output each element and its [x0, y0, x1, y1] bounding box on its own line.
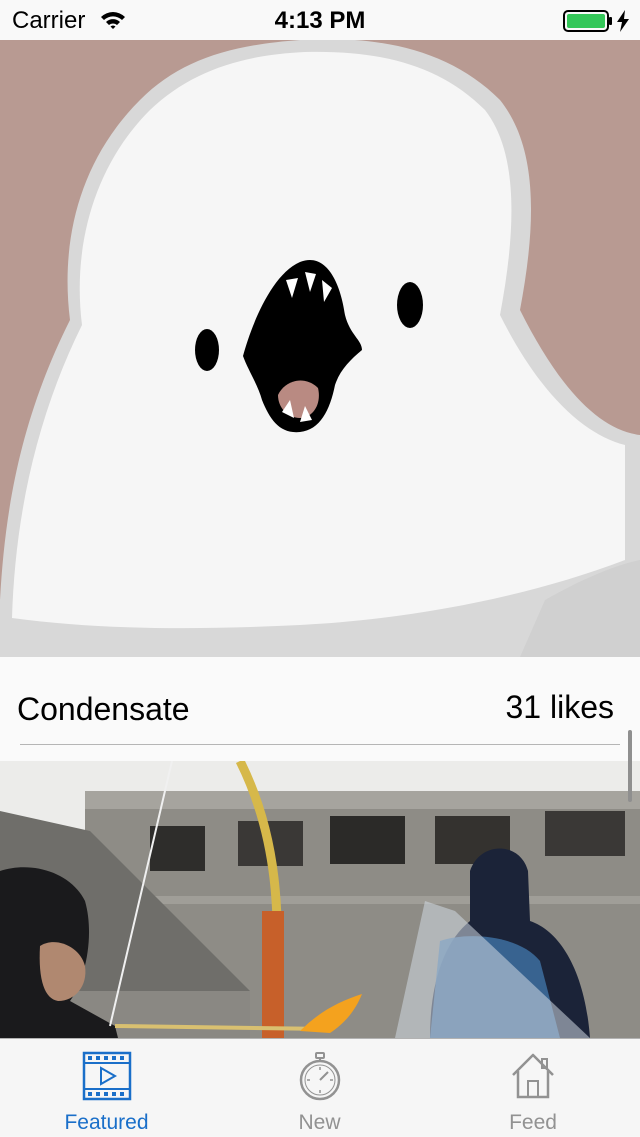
battery-icon	[563, 10, 613, 37]
post-likes-count: 31 likes	[505, 689, 615, 725]
clock-time: 4:13 PM	[274, 7, 366, 34]
stopwatch-icon	[213, 1051, 426, 1103]
tab-feed[interactable]: Feed	[426, 1039, 640, 1137]
house-icon	[426, 1051, 640, 1103]
tab-label: New	[298, 1111, 341, 1134]
status-bar: Carrier 4:13 PM	[0, 0, 640, 40]
tab-label: Feed	[509, 1111, 557, 1134]
post-divider	[20, 744, 620, 745]
tab-featured[interactable]: Featured	[0, 1039, 213, 1137]
post-feed[interactable]: Condensate 31 likes	[0, 40, 640, 1038]
tab-new[interactable]: New	[213, 1039, 426, 1137]
post-title: Condensate	[17, 691, 190, 727]
tab-bar: Featured New Feed	[0, 1038, 640, 1136]
scroll-indicator[interactable]	[628, 730, 632, 802]
film-play-icon	[0, 1051, 213, 1103]
post-image[interactable]	[0, 761, 640, 1038]
post-image[interactable]	[0, 40, 640, 657]
charging-bolt-icon	[616, 10, 630, 37]
post-info-row[interactable]: Condensate 31 likes	[0, 657, 640, 745]
tab-label: Featured	[64, 1111, 149, 1134]
